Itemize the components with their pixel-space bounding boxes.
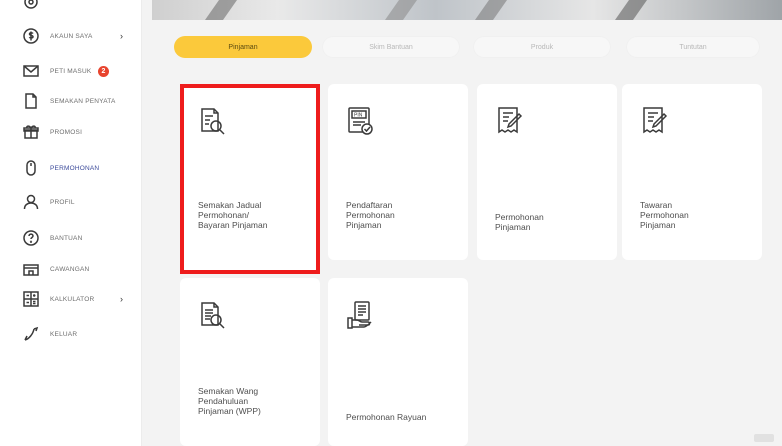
sidebar-item-top[interactable] [0,0,142,14]
tab-pinjaman[interactable]: Pinjaman [174,36,312,58]
sidebar-item-label: CAWANGAN [50,265,90,273]
sidebar-item-label: KALKULATOR [50,295,95,303]
chevron-right-icon: › [120,294,123,304]
sidebar-item-peti-masuk[interactable]: PETI MASUK 2 [0,59,142,83]
card-title: Pendaftaran Permohonan Pinjaman [346,200,395,230]
sidebar-item-label: PETI MASUK [50,67,92,75]
card-title: Semakan Jadual Permohonan/ Bayaran Pinja… [198,200,268,230]
hand-document-icon [346,300,376,330]
mouse-icon [22,159,40,177]
card-semakan-wpp[interactable]: Semakan Wang Pendahuluan Pinjaman (WPP) [180,278,320,446]
card-title: Permohonan Pinjaman [495,212,544,232]
mail-icon [22,62,40,80]
card-title: Permohonan Rayuan [346,412,427,422]
sidebar-item-akaun-saya[interactable]: AKAUN SAYA › [0,24,142,48]
sidebar-item-label: PERMOHONAN [50,164,100,172]
scroll-corner [754,434,774,442]
tab-skim-bantuan[interactable]: Skim Bantuan [322,36,460,58]
branch-icon [22,260,40,278]
tab-tuntutan[interactable]: Tuntutan [626,36,760,58]
sidebar-item-label: PROFIL [50,198,75,206]
receipt-pen-icon [495,106,525,136]
document-search-icon [198,106,228,136]
sidebar-item-semakan-penyata[interactable]: SEMAKAN PENYATA [0,89,142,113]
sidebar-item-kalkulator[interactable]: KALKULATOR › [0,287,142,311]
calculator-icon [22,290,40,308]
card-pendaftaran[interactable]: PIN Pendaftaran Permohonan Pinjaman [328,84,468,260]
sidebar-item-label: AKAUN SAYA [50,32,93,40]
unread-badge: 2 [98,65,109,77]
sidebar-item-label: KELUAR [50,330,78,338]
card-tawaran[interactable]: Tawaran Permohonan Pinjaman [622,84,762,260]
sidebar-item-profil[interactable]: PROFIL [0,190,142,214]
help-icon [22,229,40,247]
logout-icon [22,325,40,343]
sidebar-item-label: PROMOSI [50,128,83,136]
sidebar-item-permohonan[interactable]: PERMOHONAN [0,156,142,180]
sidebar-item-bantuan[interactable]: BANTUAN [0,226,142,250]
receipt-pen-icon [640,106,670,136]
pin-icon-text: PIN [354,113,363,119]
dollar-circle-icon [22,27,40,45]
card-title: Semakan Wang Pendahuluan Pinjaman (WPP) [198,386,261,416]
banner-stripe [467,0,515,20]
card-semakan-jadual[interactable]: Semakan Jadual Permohonan/ Bayaran Pinja… [180,84,320,270]
card-permohonan-pinjaman[interactable]: Permohonan Pinjaman [477,84,617,260]
gift-icon [22,123,40,141]
settings-icon [22,0,40,11]
pin-document-icon: PIN [346,106,376,136]
chevron-right-icon: › [120,31,123,41]
card-permohonan-rayuan[interactable]: Permohonan Rayuan [328,278,468,446]
user-icon [22,193,40,211]
sidebar-item-cawangan[interactable]: CAWANGAN [0,257,142,281]
banner-stripe [607,0,655,20]
card-title: Tawaran Permohonan Pinjaman [640,200,689,230]
banner-image [152,0,782,20]
sidebar-item-keluar[interactable]: KELUAR [0,322,142,346]
report-search-icon [198,300,228,330]
document-icon [22,92,40,110]
banner-stripe [377,0,425,20]
sidebar-item-label: SEMAKAN PENYATA [50,97,116,105]
tab-produk[interactable]: Produk [473,36,611,58]
app-window: AKAUN SAYA › PETI MASUK 2 SEMAKAN PENYAT… [0,0,782,446]
banner-stripe [197,0,245,20]
sidebar: AKAUN SAYA › PETI MASUK 2 SEMAKAN PENYAT… [0,0,142,446]
sidebar-item-promosi[interactable]: PROMOSI [0,120,142,144]
sidebar-item-label: BANTUAN [50,234,83,242]
